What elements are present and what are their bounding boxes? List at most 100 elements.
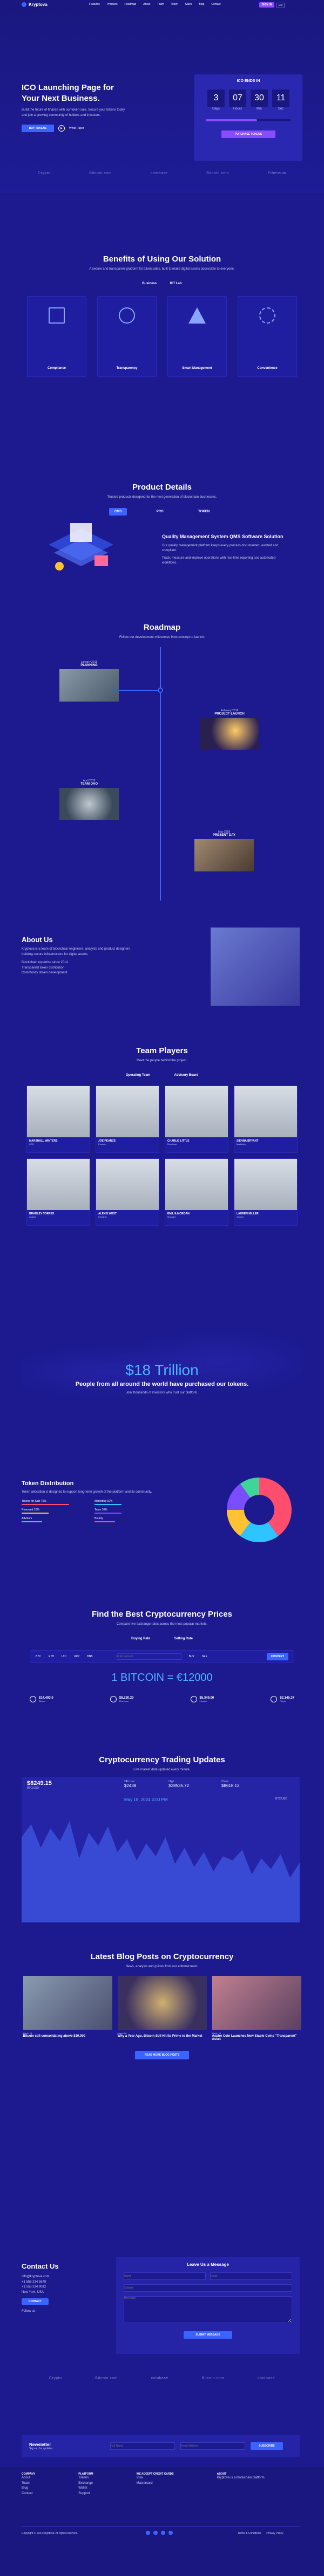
amount-input[interactable] <box>116 1653 181 1660</box>
coin-option[interactable]: BNB <box>87 1655 92 1658</box>
privacy-link[interactable]: Privacy Policy <box>266 2532 283 2535</box>
trading-pair: BTC/USD <box>27 1787 39 1790</box>
linkedin-icon[interactable] <box>161 2531 165 2535</box>
roadmap-image <box>200 718 259 750</box>
countdown-minutes: 30 <box>251 90 268 107</box>
nav-item[interactable]: Products <box>107 3 118 6</box>
subscribe-button[interactable]: Subscribe <box>251 2442 283 2450</box>
submit-message-button[interactable]: Submit Message <box>184 2331 232 2339</box>
coin-option[interactable]: XRP <box>74 1655 79 1658</box>
message-field[interactable] <box>124 2296 292 2323</box>
convert-button[interactable]: Convert <box>267 1653 288 1660</box>
coin-option[interactable]: LTC <box>62 1655 66 1658</box>
contact-button[interactable]: Contact <box>22 2298 49 2305</box>
blog-post-title[interactable]: Bitcoin still consolidating above $10,00… <box>23 2035 112 2038</box>
partner-logo: Bitcoin.com <box>201 2376 225 2380</box>
nav-item[interactable]: Roadmap <box>124 3 136 6</box>
roadmap-item-title: PLANNING <box>80 664 98 667</box>
tab-selling-rate[interactable]: Selling Rate <box>169 1635 198 1643</box>
terms-link[interactable]: Terms & Conditions <box>238 2532 261 2535</box>
countdown-unit: Sec <box>278 107 284 111</box>
footer-link[interactable]: Wallet <box>78 2486 93 2491</box>
tab-operating-team[interactable]: Operating Team <box>120 1071 156 1079</box>
newsletter-email-input[interactable] <box>180 2442 245 2450</box>
white-paper-link[interactable]: White Paper <box>69 127 84 130</box>
instagram-icon[interactable] <box>168 2531 173 2535</box>
nav-item[interactable]: Contact <box>211 3 220 6</box>
price-label: Ethereum <box>119 1699 129 1702</box>
nav-item[interactable]: Blog <box>199 3 204 6</box>
contact-item[interactable]: +1 555 234 9012 <box>22 2285 108 2290</box>
nav-item[interactable]: Features <box>89 3 100 6</box>
team-card[interactable]: LAUREN MILLER Advisor <box>234 1158 298 1226</box>
blog-card[interactable]: March 20 Bitcoin still consolidating abov… <box>23 1976 112 2041</box>
logo-icon[interactable] <box>22 2 26 7</box>
member-name: LAUREN MILLER <box>237 1212 259 1215</box>
team-card[interactable]: ALEXIS WEST Designer <box>96 1158 159 1226</box>
brand-name[interactable]: Kryptova <box>29 2 48 7</box>
blog-description: News, analysis and guides from our edito… <box>125 1965 199 1968</box>
footer-link[interactable]: Blog <box>22 2486 35 2491</box>
newsletter-name-input[interactable] <box>110 2442 175 2450</box>
email-field[interactable] <box>210 2272 292 2280</box>
buy-tokens-button[interactable]: Buy Tokens <box>22 125 54 133</box>
purchase-tokens-button[interactable]: Purchase Tokens <box>221 130 275 138</box>
stats-amount: $18 Trillion <box>125 1362 199 1378</box>
blog-card[interactable]: March 18 Why a Year Ago, Bitcoin Still Hi… <box>117 1976 207 2041</box>
blog-card[interactable]: March 15 Aspire Coin Launches New Stable … <box>212 1976 301 2041</box>
token-row-label: Team 10% <box>94 1508 107 1512</box>
team-card[interactable]: BRADLEY TORRES Analyst <box>26 1158 90 1226</box>
coin-option[interactable]: ETH <box>49 1655 54 1658</box>
more-posts-button[interactable]: Read more blog posts <box>135 2051 189 2059</box>
nav-item[interactable]: About <box>143 3 150 6</box>
nav-item[interactable]: Token <box>171 3 178 6</box>
chart-pair: BTC/USD <box>275 1797 287 1801</box>
nav-item[interactable]: Sales <box>185 3 192 6</box>
avatar <box>96 1086 159 1137</box>
tab-token[interactable]: TOKEN <box>193 508 215 516</box>
footer-link[interactable]: Support <box>78 2491 93 2497</box>
language-select[interactable]: EN <box>276 3 285 8</box>
tab-advisory-board[interactable]: Advisory Board <box>169 1071 204 1079</box>
blog-post-title[interactable]: Aspire Coin Launches New Stable Coins "T… <box>212 2035 301 2041</box>
roadmap-item-title: TEAM DAO <box>80 782 98 786</box>
facebook-icon[interactable] <box>146 2531 150 2535</box>
roadmap-section: Roadmap Follow our development milestone… <box>0 623 324 909</box>
tab-pro[interactable]: PRO <box>151 508 169 516</box>
team-card[interactable]: EMILIA MORGAN Manager <box>165 1158 228 1226</box>
member-role: Advisor <box>237 1215 244 1218</box>
contact-item[interactable]: +1 555 234 5678 <box>22 2280 108 2285</box>
tab-buying-rate[interactable]: Buying Rate <box>126 1635 156 1643</box>
nav-item[interactable]: Team <box>157 3 164 6</box>
footer-link[interactable]: Team <box>22 2481 35 2486</box>
team-title: Team Players <box>136 1046 188 1055</box>
partner-logo: coinbase <box>150 171 168 175</box>
footer-link[interactable]: Tokens <box>78 2476 93 2481</box>
benefit-card: Smart Management <box>167 296 227 377</box>
coin-option[interactable]: BTC <box>36 1655 41 1658</box>
tab-business[interactable]: Business <box>137 280 162 287</box>
twitter-icon[interactable] <box>153 2531 158 2535</box>
footer-link[interactable]: Contact <box>22 2491 35 2497</box>
tab-ict[interactable]: ICT Lab <box>165 280 187 287</box>
subject-field[interactable] <box>124 2284 292 2292</box>
footer-link[interactable]: Exchange <box>78 2481 93 2486</box>
signin-button[interactable]: Sign in <box>259 2 274 8</box>
blog-post-title[interactable]: Why a Year Ago, Bitcoin Still Hit Its Pr… <box>118 2035 207 2038</box>
footer-link[interactable]: About <box>22 2476 35 2481</box>
benefits-section: Benefits of Using Our Solution A secure … <box>0 248 324 399</box>
sell-option[interactable]: SEE <box>202 1655 207 1658</box>
product-paragraph: Track, measure and improve operations wi… <box>162 556 276 565</box>
name-field[interactable] <box>124 2272 206 2280</box>
team-card[interactable]: CHARLIE LITTLE Developer <box>165 1086 228 1153</box>
newsletter-subtitle: Sign up for updates <box>29 2447 53 2450</box>
team-card[interactable]: JOE PEARCE Founder <box>96 1086 159 1153</box>
contact-item[interactable]: info@kryptova.com <box>22 2275 108 2280</box>
token-paragraph: Token allocation is designed to support … <box>22 1490 152 1494</box>
buy-option[interactable]: BUY <box>189 1655 194 1658</box>
play-icon[interactable]: ▶ <box>58 125 65 132</box>
tab-cms[interactable]: CMS <box>109 508 127 516</box>
team-card[interactable]: MARSHALL WINTERS CEO <box>26 1086 90 1153</box>
price-cards: $14,493.0 Bitcoin $8,230.20 Ethereum $5,34… <box>30 1696 294 1702</box>
team-card[interactable]: SIENNA BRYANT Marketing <box>234 1086 298 1153</box>
